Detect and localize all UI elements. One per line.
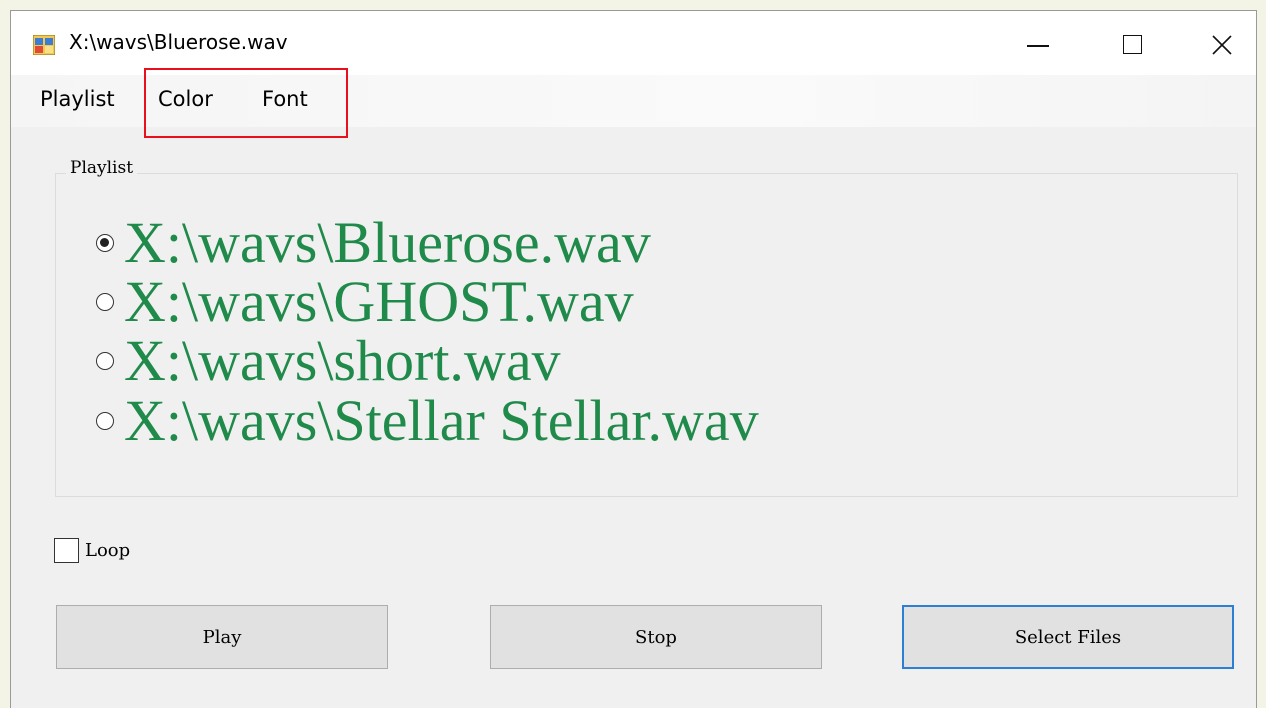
playlist-item-label[interactable]: X:\wavs\Bluerose.wav — [124, 214, 651, 272]
title-bar[interactable]: X:\wavs\Bluerose.wav — [11, 11, 1256, 75]
playlist-item-label[interactable]: X:\wavs\GHOST.wav — [124, 273, 634, 331]
playlist-item[interactable]: X:\wavs\Stellar Stellar.wav — [96, 392, 759, 450]
menu-bar: Playlist Color Font — [11, 75, 1256, 127]
loop-label[interactable]: Loop — [85, 540, 130, 561]
close-button[interactable] — [1183, 11, 1256, 75]
playlist-group-label: Playlist — [66, 158, 138, 178]
playlist-item-label[interactable]: X:\wavs\Stellar Stellar.wav — [124, 392, 759, 450]
radio-button[interactable] — [96, 293, 114, 311]
maximize-icon — [1123, 35, 1142, 54]
radio-button[interactable] — [96, 412, 114, 430]
playlist-item[interactable]: X:\wavs\short.wav — [96, 332, 561, 390]
main-window: X:\wavs\Bluerose.wav Playlist Color Font… — [10, 10, 1257, 708]
loop-option[interactable]: Loop — [54, 538, 130, 563]
maximize-button[interactable] — [1093, 11, 1173, 75]
window-title: X:\wavs\Bluerose.wav — [69, 30, 288, 54]
menu-item-font[interactable]: Font — [262, 87, 308, 111]
select-files-button[interactable]: Select Files — [902, 605, 1234, 669]
close-icon — [1212, 35, 1232, 55]
playlist-item[interactable]: X:\wavs\Bluerose.wav — [96, 214, 651, 272]
loop-checkbox[interactable] — [54, 538, 79, 563]
playlist-item-label[interactable]: X:\wavs\short.wav — [124, 332, 561, 390]
stop-button[interactable]: Stop — [490, 605, 822, 669]
menu-item-color[interactable]: Color — [158, 87, 213, 111]
app-icon — [32, 34, 56, 56]
play-button[interactable]: Play — [56, 605, 388, 669]
radio-button-selected[interactable] — [96, 234, 114, 252]
menu-item-playlist[interactable]: Playlist — [40, 87, 115, 111]
radio-button[interactable] — [96, 352, 114, 370]
minimize-icon — [1027, 45, 1049, 47]
minimize-button[interactable] — [1001, 11, 1081, 75]
playlist-item[interactable]: X:\wavs\GHOST.wav — [96, 273, 634, 331]
